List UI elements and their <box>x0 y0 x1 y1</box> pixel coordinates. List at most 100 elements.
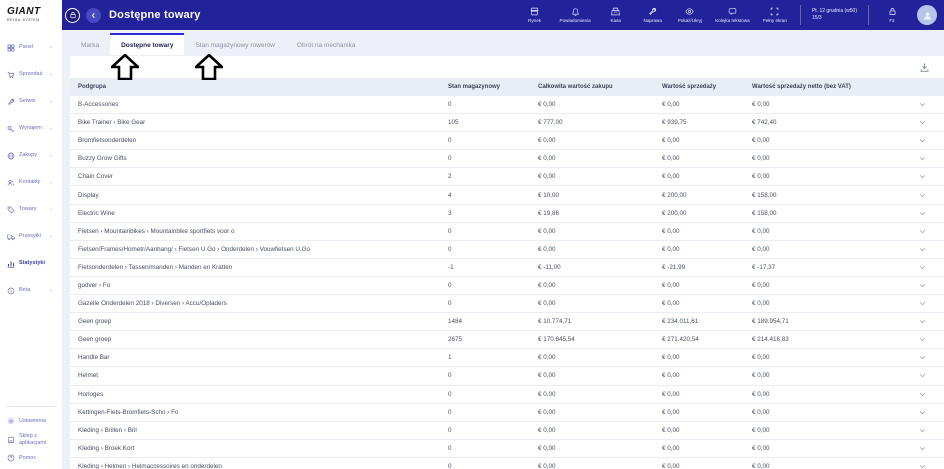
register-icon <box>611 7 620 16</box>
sidebar-item-statystyki[interactable]: Statystyki <box>0 250 62 277</box>
row-expand-button[interactable] <box>918 444 927 453</box>
download-icon[interactable] <box>919 62 930 73</box>
cell-podgrupa: Kleding › Helmen › Helmaccessoires en on… <box>78 463 448 469</box>
table-row[interactable]: Bike Trainer › Bike Gear105€ 777,00€ 939… <box>70 114 944 132</box>
sidebar-footer: Ustawienia Sklep z aplikacjami Pomoc <box>0 406 62 466</box>
sidebar-item-ustawienia[interactable]: Ustawienia <box>0 413 62 429</box>
table-row[interactable]: Chain Cover2€ 0,00€ 0,00€ 0,00 <box>70 168 944 186</box>
sidebar-item-sprzedaż[interactable]: Sprzedaż <box>0 61 62 88</box>
row-expand-button[interactable] <box>918 390 927 399</box>
table-row[interactable]: Geen groep1484€ 10.774,71€ 234.011,61€ 1… <box>70 313 944 331</box>
cell-wartosc-netto: € 0,00 <box>752 246 900 253</box>
cell-wartosc-sprzedazy: € 271.420,54 <box>662 336 752 343</box>
table-row[interactable]: Display4€ 10,00€ 200,00€ 158,00 <box>70 186 944 204</box>
row-expand-button[interactable] <box>918 245 927 254</box>
row-expand-button[interactable] <box>918 299 927 308</box>
row-expand-button[interactable] <box>918 172 927 181</box>
tab-dostępne-towary[interactable]: Dostępne towary <box>110 33 184 55</box>
cell-stan-magazynowy: 1 <box>448 354 538 361</box>
topbar-action-powiadomienia[interactable]: Powiadomienia <box>560 7 591 23</box>
row-expand-button[interactable] <box>918 100 927 109</box>
topbar-action-kolejka-tekstowa[interactable]: Kolejka tekstowa <box>715 7 749 23</box>
row-expand-button[interactable] <box>918 371 927 380</box>
table-row[interactable]: Fietsonderdelen › Tassen/manden › Manden… <box>70 259 944 277</box>
user-avatar[interactable] <box>917 5 937 25</box>
chevron-down-icon <box>918 227 927 236</box>
chevron-down-icon <box>918 335 927 344</box>
table-row[interactable]: Buzzy Grow Gifts0€ 0,00€ 0,00€ 0,00 <box>70 150 944 168</box>
tab-obrót-na-mechanika[interactable]: Obrót na mechanika <box>286 33 367 55</box>
table-row[interactable]: Kleding › Broek Kort0€ 0,00€ 0,00€ 0,00 <box>70 440 944 458</box>
cell-wartosc-sprzedazy: € 200,00 <box>662 192 752 199</box>
tab-marka[interactable]: Marka <box>70 33 110 55</box>
table-row[interactable]: Fietsen › Mountainbikes › Mountainbike s… <box>70 223 944 241</box>
table-row[interactable]: Helmet0€ 0,00€ 0,00€ 0,00 <box>70 367 944 385</box>
gear-icon <box>7 417 15 425</box>
row-expand-button[interactable] <box>918 426 927 435</box>
row-expand-button[interactable] <box>918 118 927 127</box>
table-row[interactable]: Kleding › Brillen › Bril0€ 0,00€ 0,00€ 0… <box>70 422 944 440</box>
cell-podgrupa: B-Accessories <box>78 101 448 108</box>
table-row[interactable]: Electric Wine3€ 19,86€ 200,00€ 158,00 <box>70 205 944 223</box>
topbar-action-pokaż-ukryj[interactable]: Pokaż/Ukryj <box>678 7 703 23</box>
cell-wartosc-zakupu: € 0,00 <box>538 282 662 289</box>
row-expand-button[interactable] <box>918 462 927 469</box>
back-button[interactable] <box>86 8 101 23</box>
row-expand-button[interactable] <box>918 191 927 200</box>
table-row[interactable]: Fietsen/Frames/Hometr/Aanhang/ › Fietsen… <box>70 241 944 259</box>
row-expand-button[interactable] <box>918 317 927 326</box>
cell-wartosc-netto: € 0,00 <box>752 427 900 434</box>
sidebar-item-wynajem[interactable]: Wynajem <box>0 115 62 142</box>
sidebar-item-sklep-z-aplikacjami[interactable]: Sklep z aplikacjami <box>0 429 62 450</box>
tab-stan-magazynowy-rowerów[interactable]: Stan magazynowy rowerów <box>184 33 285 55</box>
annotation-arrow-up-1 <box>111 54 139 80</box>
key-icon <box>7 125 15 133</box>
row-expand-button[interactable] <box>918 281 927 290</box>
main-content: MarkaDostępne towaryStan magazynowy rowe… <box>62 30 944 469</box>
cell-podgrupa: Kleding › Brillen › Bril <box>78 427 448 434</box>
cell-stan-magazynowy: 105 <box>448 119 538 126</box>
sidebar: GIANT RETAIL SYSTEM PanelSprzedażSerwisW… <box>0 0 62 469</box>
cell-wartosc-sprzedazy: € 939,75 <box>662 119 752 126</box>
cell-wartosc-netto: € 742,40 <box>752 119 900 126</box>
lock-screen-button[interactable]: F2 <box>880 7 904 23</box>
sidebar-item-beta[interactable]: Beta <box>0 277 62 304</box>
sidebar-item-zakupy[interactable]: Zakupy <box>0 142 62 169</box>
row-expand-button[interactable] <box>918 353 927 362</box>
row-expand-button[interactable] <box>918 335 927 344</box>
table-row[interactable]: Kettingen-Fiets-Bromfiets-Scho › Fo0€ 0,… <box>70 404 944 422</box>
sidebar-item-przesyłki[interactable]: Przesyłki <box>0 223 62 250</box>
topbar-action-naprawa[interactable]: Naprawa <box>641 7 665 23</box>
table-row[interactable]: Kleding › Helmen › Helmaccessoires en on… <box>70 458 944 469</box>
table-row[interactable]: Gazelle Onderdelen 2018 › Diversen › Acc… <box>70 295 944 313</box>
chevron-down-icon <box>47 207 55 212</box>
table-row[interactable]: Handle Bar1€ 0,00€ 0,00€ 0,00 <box>70 349 944 367</box>
sidebar-item-label: Sklep z aplikacjami <box>19 433 55 446</box>
row-expand-button[interactable] <box>918 209 927 218</box>
lock-badge-button[interactable] <box>65 8 80 23</box>
row-expand-button[interactable] <box>918 136 927 145</box>
topbar-action-kasa[interactable]: Kasa <box>604 7 628 23</box>
table-row[interactable]: godver › Fo0€ 0,00€ 0,00€ 0,00 <box>70 277 944 295</box>
row-expand-button[interactable] <box>918 154 927 163</box>
topbar-action-label: Pokaż/Ukryj <box>678 18 703 23</box>
row-expand-button[interactable] <box>918 227 927 236</box>
row-expand-button[interactable] <box>918 408 927 417</box>
table-row[interactable]: Bromfietsonderdelen0€ 0,00€ 0,00€ 0,00 <box>70 132 944 150</box>
sidebar-item-panel[interactable]: Panel <box>0 34 62 61</box>
chevron-down-icon <box>918 462 927 469</box>
table-row[interactable]: Geen groep2675€ 170.645,54€ 271.420,54€ … <box>70 331 944 349</box>
topbar-action-rynek[interactable]: Rynek <box>523 7 547 23</box>
cell-wartosc-sprzedazy: € 0,00 <box>662 354 752 361</box>
topbar-action-pełny-ekran[interactable]: Pełny ekran <box>763 7 787 23</box>
topbar-action-label: Powiadomienia <box>560 18 591 23</box>
sidebar-item-kontakty[interactable]: Kontakty <box>0 169 62 196</box>
sidebar-item-towary[interactable]: Towary <box>0 196 62 223</box>
sidebar-item-pomoc[interactable]: Pomoc <box>0 450 62 466</box>
app-root: GIANT RETAIL SYSTEM PanelSprzedażSerwisW… <box>0 0 944 469</box>
table-row[interactable]: Horloges0€ 0,00€ 0,00€ 0,00 <box>70 386 944 404</box>
row-expand-button[interactable] <box>918 263 927 272</box>
table-row[interactable]: B-Accessories0€ 0,00€ 0,00€ 0,00 <box>70 96 944 114</box>
sidebar-item-serwis[interactable]: Serwis <box>0 88 62 115</box>
sidebar-divider <box>5 406 57 407</box>
